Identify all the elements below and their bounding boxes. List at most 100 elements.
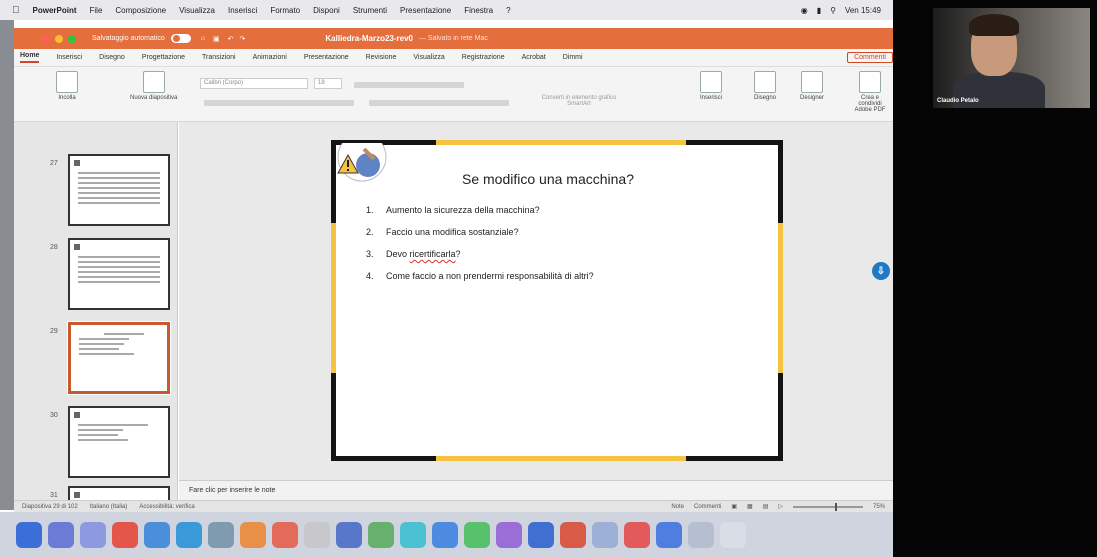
font-format-buttons[interactable] — [204, 100, 354, 106]
home-icon[interactable]: ⌂ — [201, 35, 205, 42]
reading-view-icon[interactable]: ▤ — [763, 503, 769, 510]
comments-toggle[interactable]: Commenti — [694, 504, 721, 510]
menu-formato[interactable]: Formato — [270, 6, 300, 15]
slide-title[interactable]: Se modifico una macchina? — [462, 171, 634, 187]
adobe-pdf-group[interactable]: Crea e condividi Adobe PDF — [850, 71, 890, 113]
app-icon[interactable] — [464, 521, 490, 548]
paste-group[interactable]: Incolla — [56, 71, 78, 101]
notes-toggle[interactable]: Note — [671, 504, 684, 510]
wifi-icon[interactable]: ◉ — [801, 6, 808, 15]
tab-inserisci[interactable]: Inserisci — [56, 54, 82, 61]
app-icon[interactable] — [272, 521, 298, 548]
tab-registrazione[interactable]: Registrazione — [462, 54, 505, 61]
slideshow-icon[interactable]: ▷ — [778, 503, 783, 510]
acrobat-icon[interactable] — [624, 521, 650, 548]
tab-dimmi[interactable]: Dimmi — [563, 54, 583, 61]
redo-icon[interactable]: ↷ — [240, 35, 246, 43]
battery-icon[interactable]: ▮ — [817, 6, 821, 15]
slide-thumbnail[interactable] — [68, 406, 170, 478]
menu-visualizza[interactable]: Visualizza — [179, 6, 215, 15]
search-icon[interactable]: ⚲ — [830, 6, 836, 15]
menu-file[interactable]: File — [90, 6, 103, 15]
current-slide[interactable]: Se modifico una macchina? 1. Aumento la … — [331, 140, 783, 461]
smartart-convert-button[interactable]: Converti in elemento grafico SmartArt — [534, 95, 624, 107]
slide-thumbnail[interactable] — [68, 486, 170, 500]
designer-group[interactable]: Designer — [800, 71, 824, 101]
draw-group[interactable]: Disegno — [754, 71, 776, 101]
menu-composizione[interactable]: Composizione — [115, 6, 166, 15]
tab-visualizza[interactable]: Visualizza — [413, 54, 444, 61]
app-icon[interactable] — [304, 521, 330, 548]
app-icon[interactable] — [208, 521, 234, 548]
paragraph-buttons[interactable] — [354, 82, 464, 88]
zoom-slider[interactable] — [792, 502, 863, 511]
app-icon[interactable] — [432, 521, 458, 548]
tab-progettazione[interactable]: Progettazione — [142, 54, 185, 61]
dropbox-floating-icon[interactable]: ⇩ — [872, 262, 890, 280]
app-icon[interactable] — [336, 521, 362, 548]
tab-animazioni[interactable]: Animazioni — [253, 54, 287, 61]
tab-disegno[interactable]: Disegno — [99, 54, 125, 61]
tab-presentazione[interactable]: Presentazione — [304, 54, 349, 61]
save-icon[interactable]: ▣ — [213, 35, 220, 43]
minimize-window-button[interactable] — [55, 34, 63, 43]
zoom-window-button[interactable] — [68, 34, 76, 43]
slide-canvas[interactable]: Se modifico una macchina? 1. Aumento la … — [179, 122, 893, 480]
app-icon[interactable] — [496, 521, 522, 548]
ribbon-toolbar: Incolla Nuova diapositiva Calibri (Corpo… — [14, 67, 893, 122]
normal-view-icon[interactable]: ▣ — [731, 503, 737, 510]
slide-bullet-list[interactable]: 1. Aumento la sicurezza della macchina? … — [366, 205, 594, 293]
calendar-icon[interactable] — [240, 521, 266, 548]
launchpad-icon[interactable] — [48, 521, 74, 548]
tab-transizioni[interactable]: Transizioni — [202, 54, 236, 61]
app-icon[interactable] — [112, 521, 138, 548]
accessibility-check[interactable]: Accessibilità: verifica — [139, 504, 194, 510]
powerpoint-icon[interactable] — [560, 521, 586, 548]
app-icon[interactable] — [144, 521, 170, 548]
menu-help[interactable]: ? — [506, 6, 510, 15]
zoom-level[interactable]: 75% — [873, 504, 885, 510]
slide-thumbnail-panel[interactable]: 27 28 29 30 31 — [14, 122, 178, 500]
alignment-buttons[interactable] — [369, 100, 509, 106]
tab-acrobat[interactable]: Acrobat — [522, 54, 546, 61]
clock[interactable]: Ven 15:49 — [845, 6, 881, 15]
font-size-select[interactable]: 18 — [314, 78, 342, 89]
slide-accent-bar — [436, 140, 686, 145]
tab-home[interactable]: Home — [20, 52, 40, 63]
app-icon[interactable] — [688, 521, 714, 548]
language-indicator[interactable]: Italiano (Italia) — [90, 504, 128, 510]
finder-icon[interactable] — [16, 521, 42, 548]
tab-revisione[interactable]: Revisione — [366, 54, 397, 61]
new-slide-label: Nuova diapositiva — [130, 95, 178, 101]
app-icon[interactable] — [592, 521, 618, 548]
slide-sorter-icon[interactable]: ▦ — [747, 503, 753, 510]
menu-finestra[interactable]: Finestra — [464, 6, 493, 15]
slide-thumbnail[interactable] — [68, 238, 170, 310]
app-icon[interactable] — [80, 521, 106, 548]
notes-pane[interactable]: Fare clic per inserire le note — [179, 480, 893, 500]
app-icon[interactable] — [176, 521, 202, 548]
app-icon[interactable] — [400, 521, 426, 548]
insert-group[interactable]: Inserisci — [700, 71, 722, 101]
comments-button[interactable]: Commenti — [847, 52, 893, 63]
app-icon[interactable] — [656, 521, 682, 548]
participant-video[interactable]: Claudio Petalo — [933, 8, 1090, 108]
menu-app-name[interactable]: PowerPoint — [33, 6, 77, 15]
new-slide-group[interactable]: Nuova diapositiva — [130, 71, 177, 101]
app-icon[interactable] — [528, 521, 554, 548]
menu-strumenti[interactable]: Strumenti — [353, 6, 387, 15]
close-window-button[interactable] — [42, 34, 50, 43]
slide-thumbnail[interactable] — [68, 154, 170, 226]
slide-thumbnail-selected[interactable] — [67, 321, 171, 395]
menu-disponi[interactable]: Disponi — [313, 6, 340, 15]
font-name-select[interactable]: Calibri (Corpo) — [200, 78, 308, 89]
mac-dock — [0, 512, 893, 557]
menu-presentazione[interactable]: Presentazione — [400, 6, 451, 15]
autosave-toggle[interactable] — [170, 34, 191, 43]
participant-hair — [969, 14, 1019, 36]
app-icon[interactable] — [368, 521, 394, 548]
undo-icon[interactable]: ↶ — [228, 35, 234, 43]
apple-icon[interactable]:  — [12, 5, 20, 16]
trash-icon[interactable] — [720, 521, 746, 548]
menu-inserisci[interactable]: Inserisci — [228, 6, 257, 15]
